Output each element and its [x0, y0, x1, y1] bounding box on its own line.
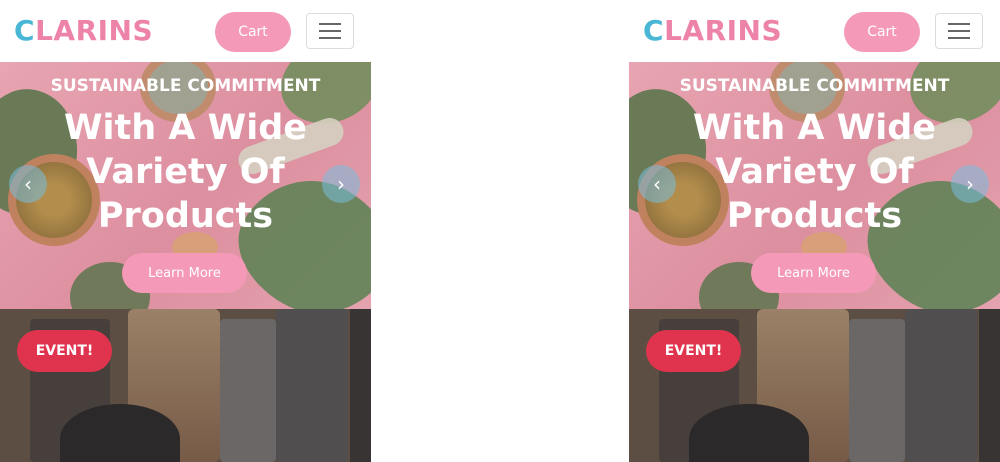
mobile-viewport-left: CLARINS Cart SUSTAINABLE COMMITMENT With… — [0, 0, 371, 462]
learn-more-button[interactable]: Learn More — [751, 253, 876, 293]
menu-toggle-button[interactable] — [935, 13, 983, 49]
hero-title: With A Wide Variety Of Products — [692, 108, 937, 236]
event-banner: EVENT! — [629, 309, 1000, 462]
clarins-logo[interactable]: CLARINS — [14, 14, 153, 47]
navbar: CLARINS Cart — [0, 0, 371, 63]
hamburger-icon — [319, 23, 341, 25]
chevron-right-icon: › — [966, 172, 974, 196]
hamburger-icon — [948, 23, 970, 25]
carousel-prev-button[interactable]: ‹ — [638, 165, 676, 203]
event-banner: EVENT! — [0, 309, 371, 462]
carousel-next-button[interactable]: › — [322, 165, 360, 203]
clarins-logo[interactable]: CLARINS — [643, 14, 782, 47]
chevron-left-icon: ‹ — [653, 172, 661, 196]
hero-subtitle: SUSTAINABLE COMMITMENT — [50, 76, 321, 96]
menu-toggle-button[interactable] — [306, 13, 354, 49]
carousel-next-button[interactable]: › — [951, 165, 989, 203]
cart-button[interactable]: Cart — [215, 12, 291, 52]
learn-more-button[interactable]: Learn More — [122, 253, 247, 293]
hero-carousel: SUSTAINABLE COMMITMENT With A Wide Varie… — [0, 62, 371, 309]
navbar: CLARINS Cart — [629, 0, 1000, 63]
event-badge-button[interactable]: EVENT! — [646, 330, 741, 372]
chevron-left-icon: ‹ — [24, 172, 32, 196]
chevron-right-icon: › — [337, 172, 345, 196]
mobile-viewport-right: CLARINS Cart SUSTAINABLE COMMITMENT With… — [629, 0, 1000, 462]
hero-subtitle: SUSTAINABLE COMMITMENT — [679, 76, 950, 96]
carousel-prev-button[interactable]: ‹ — [9, 165, 47, 203]
hero-carousel: SUSTAINABLE COMMITMENT With A Wide Varie… — [629, 62, 1000, 309]
event-badge-button[interactable]: EVENT! — [17, 330, 112, 372]
hero-title: With A Wide Variety Of Products — [63, 108, 308, 236]
cart-button[interactable]: Cart — [844, 12, 920, 52]
